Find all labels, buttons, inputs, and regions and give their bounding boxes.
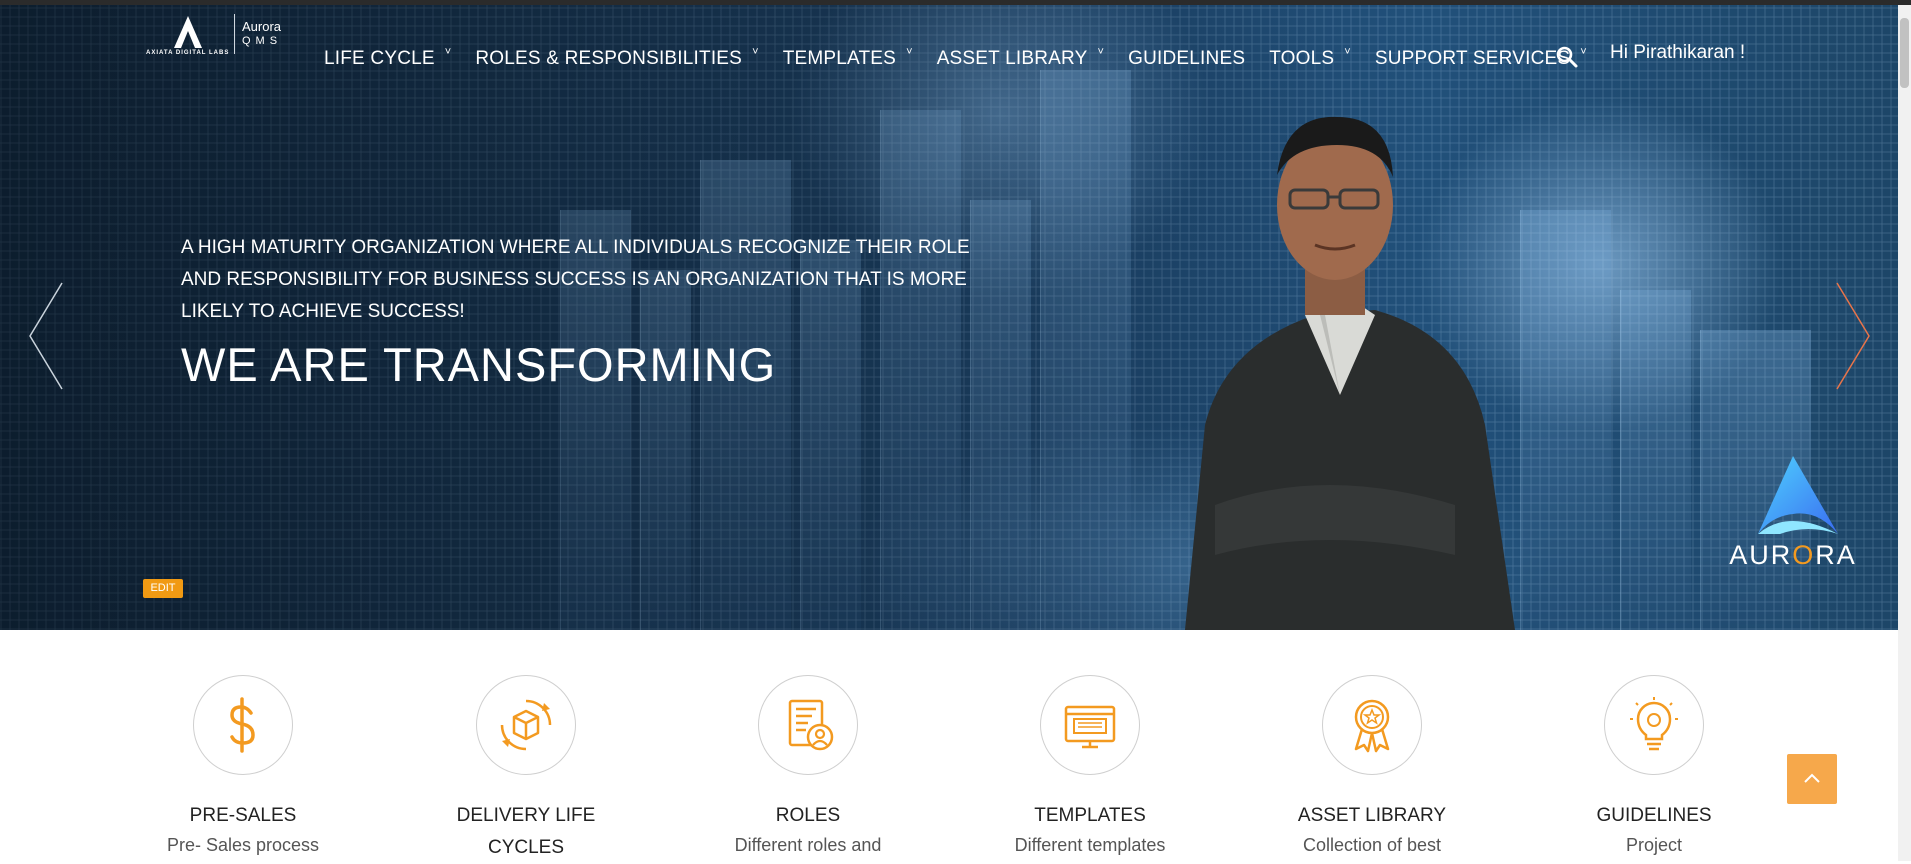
box-cycle-icon (500, 699, 552, 751)
card-icon-circle (1322, 675, 1422, 775)
card-desc: Project (1625, 835, 1683, 855)
card-title: GUIDELINES (1596, 805, 1712, 826)
chevron-down-icon: ˅ (906, 46, 913, 58)
edit-button[interactable]: EDIT (143, 579, 183, 598)
nav-item-asset-library[interactable]: ASSET LIBRARY ˅ (937, 46, 1105, 70)
site-logo[interactable]: AXIATA DIGITAL LABS Aurora QMS (146, 12, 286, 58)
card-icon-circle (193, 675, 293, 775)
chevron-down-icon: ˅ (1344, 46, 1351, 58)
card-icon-circle (1040, 675, 1140, 775)
back-to-top-button[interactable] (1787, 754, 1837, 804)
card-templates[interactable]: TEMPLATES Different templates (990, 675, 1190, 858)
card-pre-sales[interactable]: PRE-SALES Pre- Sales process (143, 675, 343, 858)
aurora-wordmark: AURORA (1729, 540, 1857, 570)
hero-headline: WE ARE TRANSFORMING (181, 338, 777, 391)
chevron-down-icon: ˅ (1580, 46, 1587, 58)
template-icon (1064, 705, 1116, 749)
carousel-next-icon[interactable] (1833, 281, 1871, 391)
chevron-down-icon: ˅ (752, 46, 759, 58)
chevron-down-icon: ˅ (444, 46, 452, 58)
dollar-icon (230, 697, 255, 753)
card-icon-circle (476, 675, 576, 775)
card-title: ROLES (775, 805, 841, 826)
card-desc: Pre- Sales process (166, 835, 320, 855)
card-icon-circle (1604, 675, 1704, 775)
hero-tagline: A HIGH MATURITY ORGANIZATION WHERE ALL I… (181, 237, 970, 322)
nav-item-life-cycle[interactable]: LIFE CYCLE ˅ (324, 46, 452, 70)
document-user-icon (788, 699, 834, 751)
card-desc: Different roles and (734, 835, 882, 855)
person-photo (1185, 116, 1515, 630)
card-title: ASSET LIBRARY (1297, 805, 1447, 826)
chevron-down-icon: ˅ (1097, 46, 1105, 58)
card-desc: Different templates (1014, 835, 1166, 855)
card-guidelines[interactable]: GUIDELINES Project (1554, 675, 1754, 858)
card-roles[interactable]: ROLES Different roles and (708, 675, 908, 858)
card-title: PRE-SALES (189, 805, 297, 826)
nav-item-guidelines[interactable]: GUIDELINES (1128, 48, 1245, 70)
scrollbar[interactable] (1898, 5, 1911, 861)
scrollbar-thumb[interactable] (1900, 18, 1909, 88)
card-asset-library[interactable]: ASSET LIBRARY Collection of best (1272, 675, 1472, 858)
card-desc: Collection of best (1302, 835, 1442, 855)
nav-item-templates[interactable]: TEMPLATES ˅ (783, 46, 913, 70)
chevron-up-icon (1804, 773, 1820, 783)
card-title: TEMPLATES (1034, 805, 1146, 826)
card-delivery-life-cycles[interactable]: DELIVERY LIFE CYCLES (426, 675, 626, 864)
search-icon[interactable] (1555, 45, 1579, 69)
carousel-prev-icon[interactable] (28, 281, 66, 391)
logo-brand-sub: AXIATA DIGITAL LABS (146, 50, 230, 56)
nav-item-tools[interactable]: TOOLS ˅ (1269, 46, 1351, 70)
card-icon-circle (758, 675, 858, 775)
user-greeting[interactable]: Hi Pirathikaran ! (1610, 42, 1745, 64)
main-nav: LIFE CYCLE ˅ ROLES & RESPONSIBILITIES ˅ TE… (324, 45, 1611, 73)
logo-product-suffix: QMS (242, 35, 283, 47)
award-icon (1354, 699, 1390, 753)
logo-product-name: Aurora (242, 19, 282, 34)
lightbulb-icon (1630, 697, 1678, 751)
card-title: DELIVERY LIFE CYCLES (456, 805, 596, 858)
nav-item-roles[interactable]: ROLES & RESPONSIBILITIES ˅ (475, 46, 759, 70)
